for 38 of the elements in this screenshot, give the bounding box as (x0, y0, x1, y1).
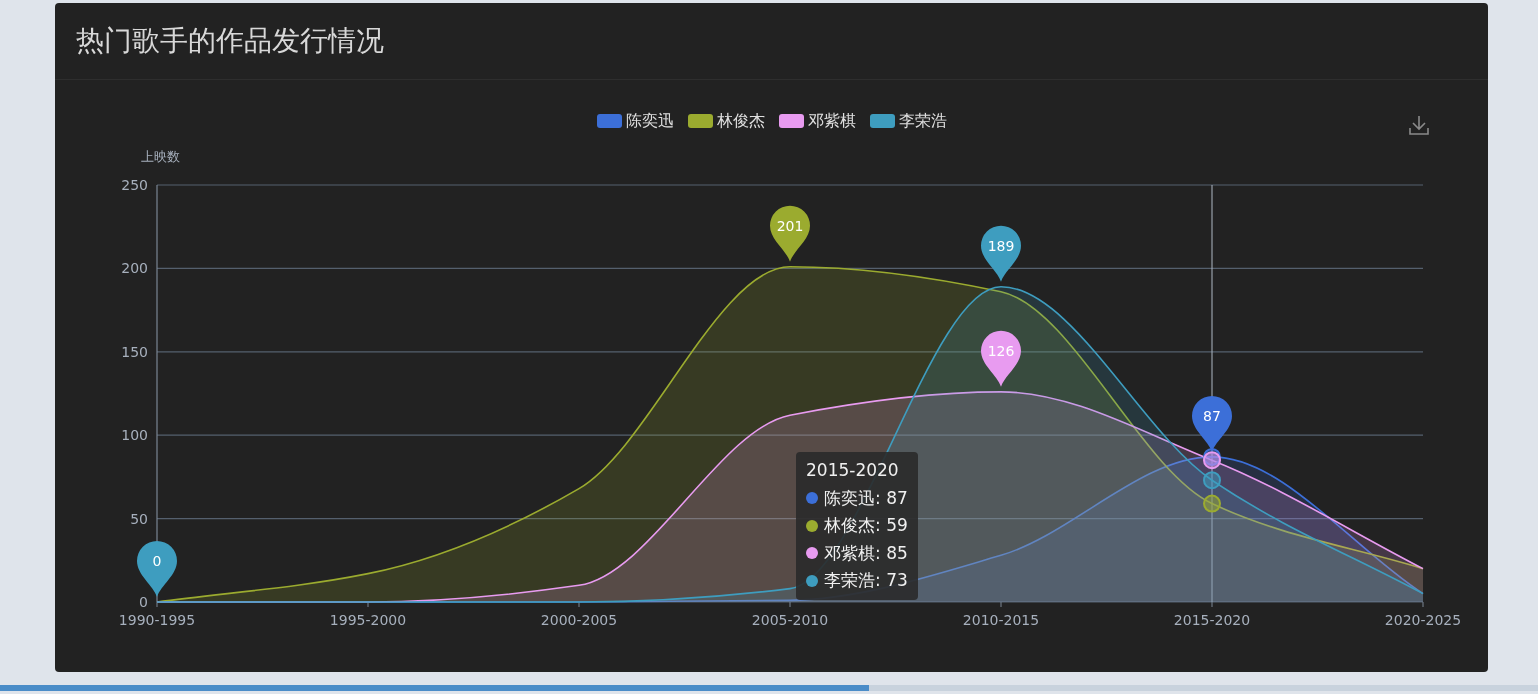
tooltip-title: 2015-2020 (806, 459, 900, 482)
highlight-point (1203, 451, 1221, 470)
highlight-point (1203, 494, 1221, 513)
marker-pin: 87 (1192, 395, 1232, 452)
x-tick-label: 2000-2005 (540, 612, 618, 628)
legend-item[interactable]: 邓紫棋 (778, 109, 856, 133)
x-tick-label: 2005-2010 (751, 612, 829, 628)
annotation: 201 (776, 217, 804, 234)
annotation: 0 (152, 553, 162, 569)
marker-pin: 0 (137, 541, 177, 597)
y-tick-label: 50 (130, 510, 148, 527)
tooltip-value: 陈奕迅: 87 (824, 486, 908, 510)
y-tick-label: 150 (121, 343, 148, 360)
annotation: 87 (1203, 407, 1221, 424)
marker-pin: 189 (981, 225, 1021, 282)
x-tick-label: 2010-2015 (962, 612, 1040, 628)
legend-item[interactable]: 林俊杰 (687, 109, 765, 133)
marker-pin: 126 (981, 330, 1021, 387)
marker-pin: 201 (770, 205, 810, 262)
y-tick-label: 100 (121, 427, 148, 444)
legend-item[interactable]: 陈奕迅 (596, 109, 674, 133)
legend-item[interactable]: 李荣浩 (869, 109, 947, 133)
y-tick-label: 0 (139, 594, 148, 610)
download-icon[interactable] (1408, 114, 1430, 136)
x-tick-label: 1995-2000 (329, 612, 407, 628)
annotation: 189 (987, 237, 1015, 254)
y-tick-label: 200 (121, 260, 148, 277)
tooltip-value: 李荣浩: 73 (824, 569, 908, 592)
x-tick-label: 2015-2020 (1173, 612, 1251, 628)
x-tick-label: 1990-1995 (118, 612, 196, 628)
y-tick-label: 250 (121, 177, 148, 193)
axis-title: 上映数 (140, 149, 180, 164)
tooltip-value: 林俊杰: 59 (824, 514, 908, 537)
x-tick-label: 2020-2025 (1384, 612, 1462, 628)
annotation: 126 (987, 342, 1015, 359)
highlight-point (1203, 471, 1221, 490)
tooltip-value: 邓紫棋: 85 (824, 541, 908, 565)
chart-title: 热门歌手的作品发行情况 (76, 23, 384, 59)
